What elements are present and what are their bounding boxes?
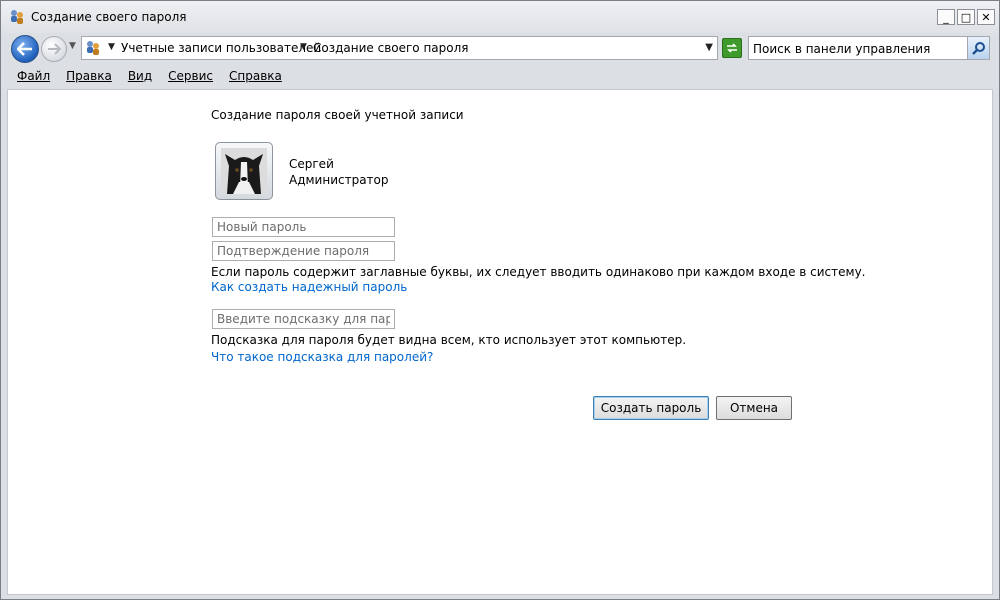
search-button[interactable] (967, 37, 989, 59)
breadcrumb-user-accounts[interactable]: Учетные записи пользователей (121, 41, 321, 55)
hint-help-link[interactable]: Что такое подсказка для паролей? (211, 350, 433, 364)
menu-tools[interactable]: Сервис (168, 65, 213, 87)
window-controls: _ □ ✕ (937, 9, 995, 25)
password-hint-field[interactable] (212, 309, 395, 329)
window: Создание своего пароля _ □ ✕ ▼ ▼ Учетные… (0, 0, 1000, 600)
menu-help[interactable]: Справка (229, 65, 282, 87)
refresh-button[interactable] (722, 38, 742, 58)
title-bar: Создание своего пароля _ □ ✕ (1, 1, 999, 33)
new-password-field[interactable] (212, 217, 395, 237)
forward-button[interactable] (41, 36, 67, 62)
create-password-button[interactable]: Создать пароль (593, 396, 709, 420)
search-input[interactable] (753, 40, 963, 57)
search-icon (971, 42, 985, 55)
hint-visibility-note: Подсказка для пароля будет видна всем, к… (211, 333, 687, 347)
address-bar[interactable]: ▼ Учетные записи пользователей ▼ Создани… (81, 36, 718, 60)
breadcrumb-create-password[interactable]: Создание своего пароля (313, 41, 469, 55)
recent-pages-dropdown[interactable]: ▼ (69, 41, 76, 51)
refresh-icon (727, 43, 737, 53)
window-title: Создание своего пароля (31, 10, 187, 24)
menu-view[interactable]: Вид (128, 65, 152, 87)
cancel-button[interactable]: Отмена (716, 396, 792, 420)
back-button[interactable] (11, 35, 39, 63)
chevron-down-icon[interactable]: ▼ (108, 42, 115, 52)
chevron-down-icon[interactable]: ▼ (300, 42, 307, 52)
address-dropdown-icon[interactable]: ▼ (705, 42, 713, 53)
search-box[interactable] (748, 36, 990, 60)
menu-edit[interactable]: Правка (66, 65, 112, 87)
main-content: Создание пароля своей учетной записи Сер… (7, 89, 993, 595)
user-avatar-dog (221, 148, 267, 194)
forward-arrow-icon (48, 43, 61, 55)
back-arrow-icon (17, 42, 32, 56)
case-sensitivity-note: Если пароль содержит заглавные буквы, их… (211, 265, 866, 279)
close-button[interactable]: ✕ (977, 9, 995, 25)
avatar (215, 142, 273, 200)
control-panel-users-icon (9, 9, 25, 25)
menu-bar: Файл Правка Вид Сервис Справка (1, 65, 999, 87)
strong-password-link[interactable]: Как создать надежный пароль (211, 280, 407, 294)
user-name: Сергей (289, 157, 334, 171)
menu-file[interactable]: Файл (17, 65, 50, 87)
control-panel-users-icon (85, 40, 101, 56)
page-title: Создание пароля своей учетной записи (211, 108, 464, 122)
minimize-button[interactable]: _ (937, 9, 955, 25)
maximize-button[interactable]: □ (957, 9, 975, 25)
confirm-password-field[interactable] (212, 241, 395, 261)
address-toolbar: ▼ ▼ Учетные записи пользователей ▼ Созда… (1, 33, 999, 63)
user-role: Администратор (289, 173, 389, 187)
